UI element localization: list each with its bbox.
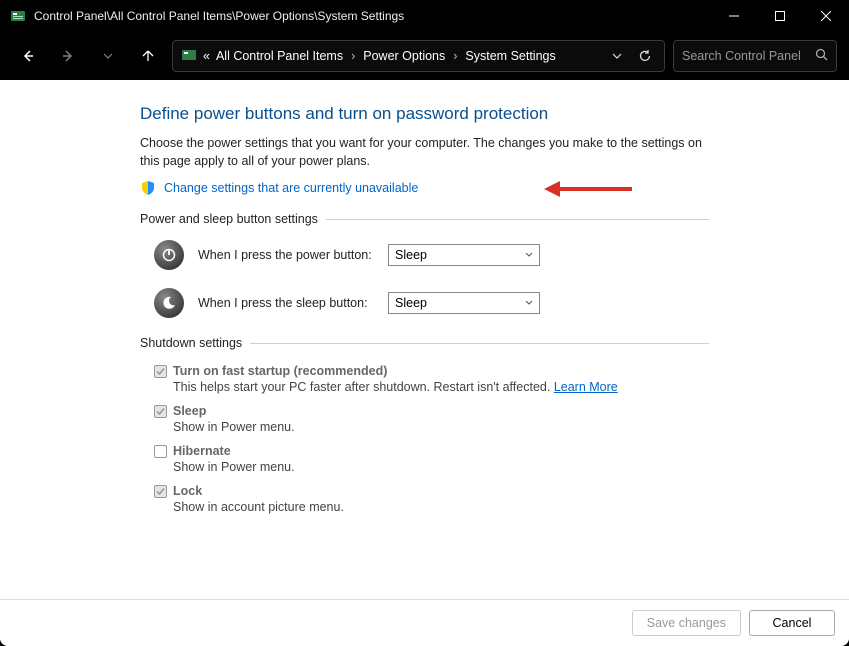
control-panel-icon (10, 8, 26, 24)
control-panel-icon (181, 47, 197, 66)
sleep-button-row: When I press the sleep button: Sleep (154, 288, 709, 318)
sleep-item: Sleep Show in Power menu. (154, 404, 709, 434)
breadcrumb-item[interactable]: All Control Panel Items (216, 49, 343, 63)
chevron-down-icon (525, 296, 533, 310)
shield-icon (140, 180, 156, 196)
toolbar: « All Control Panel Items › Power Option… (0, 32, 849, 80)
forward-button[interactable] (52, 40, 84, 72)
search-placeholder: Search Control Panel (682, 49, 809, 63)
search-input[interactable]: Search Control Panel (673, 40, 837, 72)
close-button[interactable] (803, 0, 849, 32)
hibernate-label: Hibernate (173, 444, 231, 458)
titlebar[interactable]: Control Panel\All Control Panel Items\Po… (0, 0, 849, 32)
window-controls (711, 0, 849, 32)
section-title-shutdown: Shutdown settings (140, 336, 709, 350)
sleep-label: Sleep (173, 404, 206, 418)
fast-startup-checkbox[interactable] (154, 365, 167, 378)
power-button-row: When I press the power button: Sleep (154, 240, 709, 270)
sleep-button-select[interactable]: Sleep (388, 292, 540, 314)
recent-dropdown-button[interactable] (92, 40, 124, 72)
hibernate-checkbox[interactable] (154, 445, 167, 458)
breadcrumb-item[interactable]: System Settings (465, 49, 555, 63)
search-icon (815, 48, 828, 64)
refresh-button[interactable] (634, 45, 656, 67)
learn-more-link[interactable]: Learn More (554, 380, 618, 394)
save-changes-button[interactable]: Save changes (632, 610, 741, 636)
up-button[interactable] (132, 40, 164, 72)
lock-sub: Show in account picture menu. (173, 500, 709, 514)
sleep-sub: Show in Power menu. (173, 420, 709, 434)
chevron-right-icon: › (351, 49, 355, 63)
page-heading: Define power buttons and turn on passwor… (140, 104, 709, 124)
breadcrumb-item[interactable]: Power Options (363, 49, 445, 63)
sleep-button-label: When I press the sleep button: (198, 296, 374, 310)
fast-startup-label: Turn on fast startup (recommended) (173, 364, 387, 378)
power-icon (154, 240, 184, 270)
sleep-checkbox[interactable] (154, 405, 167, 418)
hibernate-sub: Show in Power menu. (173, 460, 709, 474)
content-area: Define power buttons and turn on passwor… (0, 80, 849, 646)
maximize-button[interactable] (757, 0, 803, 32)
lock-checkbox[interactable] (154, 485, 167, 498)
annotation-arrow-icon (544, 178, 634, 205)
lock-label: Lock (173, 484, 202, 498)
cancel-button[interactable]: Cancel (749, 610, 835, 636)
window-title: Control Panel\All Control Panel Items\Po… (34, 9, 711, 23)
fast-startup-sub: This helps start your PC faster after sh… (173, 380, 709, 394)
address-bar[interactable]: « All Control Panel Items › Power Option… (172, 40, 665, 72)
page-description: Choose the power settings that you want … (140, 134, 709, 170)
power-button-select[interactable]: Sleep (388, 244, 540, 266)
hibernate-item: Hibernate Show in Power menu. (154, 444, 709, 474)
fast-startup-item: Turn on fast startup (recommended) This … (154, 364, 709, 394)
chevron-down-icon (525, 248, 533, 262)
change-settings-link[interactable]: Change settings that are currently unava… (164, 181, 418, 195)
footer: Save changes Cancel (0, 599, 849, 646)
chevron-right-icon: › (453, 49, 457, 63)
minimize-button[interactable] (711, 0, 757, 32)
breadcrumb-prefix[interactable]: « (203, 49, 210, 63)
section-title-power-sleep: Power and sleep button settings (140, 212, 709, 226)
address-dropdown-button[interactable] (606, 45, 628, 67)
power-button-label: When I press the power button: (198, 248, 374, 262)
back-button[interactable] (12, 40, 44, 72)
moon-icon (154, 288, 184, 318)
lock-item: Lock Show in account picture menu. (154, 484, 709, 514)
window: Control Panel\All Control Panel Items\Po… (0, 0, 849, 646)
